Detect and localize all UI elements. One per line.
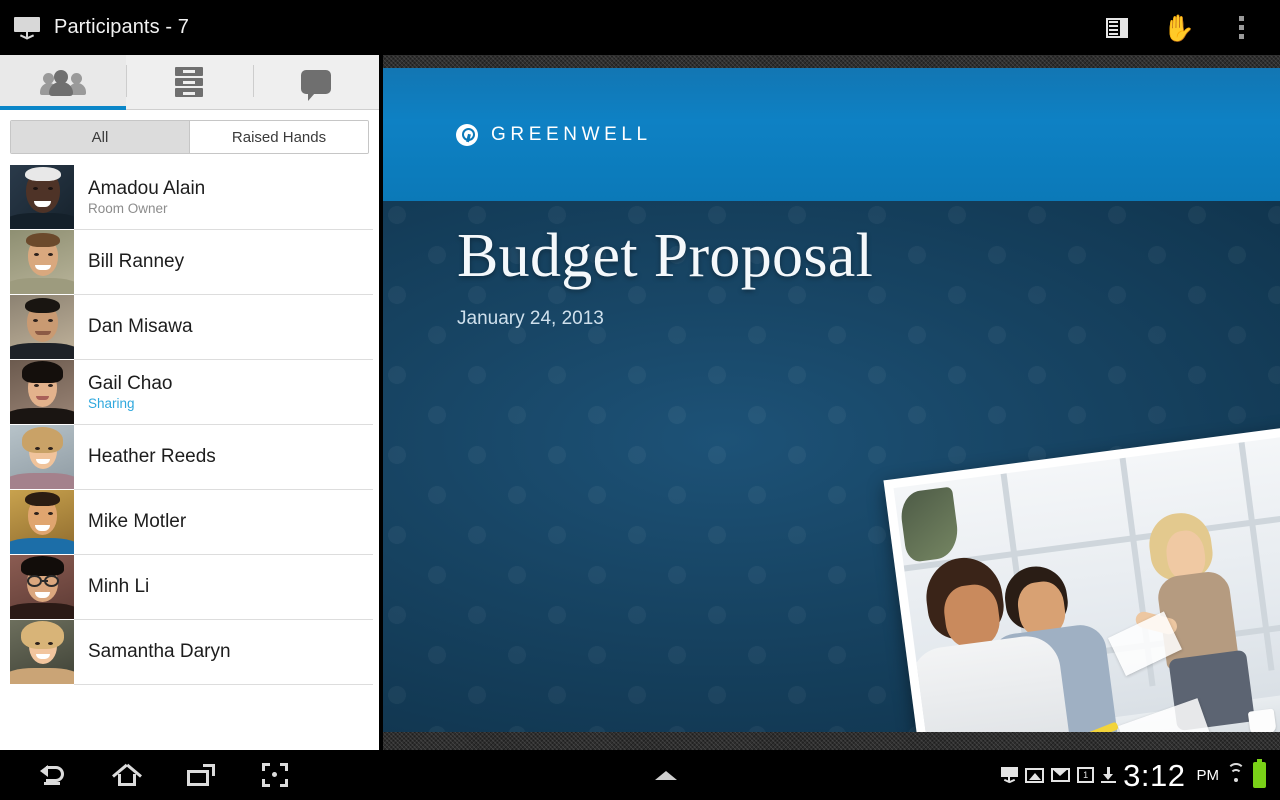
expand-status-button[interactable]: [330, 770, 1001, 780]
slide-bottom-edge: [383, 732, 1280, 750]
list-item[interactable]: Amadou Alain Room Owner: [0, 165, 379, 230]
list-item-body: Samantha Daryn: [74, 620, 373, 685]
participant-name: Mike Motler: [88, 511, 187, 533]
calendar-status-icon: 1: [1077, 767, 1095, 783]
list-item-body: Minh Li: [74, 555, 373, 620]
tab-chat[interactable]: [252, 55, 379, 109]
nav-buttons: [0, 750, 330, 800]
screenshot-icon: [262, 763, 288, 787]
app-root: Participants - 7 ✋ All Raised Hands Amad…: [0, 0, 1280, 800]
list-item[interactable]: Bill Ranney: [0, 230, 379, 295]
greenwell-logo-icon: [456, 123, 478, 146]
home-button[interactable]: [90, 750, 164, 800]
back-arrow-icon: [40, 764, 66, 786]
wifi-icon: [1226, 763, 1246, 785]
recent-apps-icon: [187, 764, 215, 786]
title-bar-left: Participants - 7: [0, 15, 1086, 41]
raise-hand-button[interactable]: ✋: [1148, 0, 1210, 55]
status-bar[interactable]: 1 3:12 PM: [1001, 757, 1280, 793]
chat-bubble-icon: [300, 70, 331, 101]
home-icon: [112, 763, 142, 786]
panel-tabbar: [0, 55, 379, 110]
avatar: [10, 295, 74, 359]
avatar: [10, 620, 74, 684]
tab-participants[interactable]: [0, 55, 127, 110]
recents-button[interactable]: [164, 750, 238, 800]
slide-date: January 24, 2013: [457, 308, 604, 329]
page-title: Participants - 7: [54, 16, 189, 38]
layout-button[interactable]: [1086, 0, 1148, 55]
participant-name: Gail Chao: [88, 372, 173, 394]
participant-name: Dan Misawa: [88, 316, 193, 338]
list-item-body: Amadou Alain Room Owner: [74, 165, 373, 230]
list-item[interactable]: Dan Misawa: [0, 295, 379, 360]
avatar: [10, 555, 74, 619]
slide-photo-image: [893, 430, 1280, 732]
list-item-body: Gail Chao Sharing: [74, 360, 373, 425]
title-bar: Participants - 7 ✋: [0, 0, 1280, 55]
filter-raised-hands-button[interactable]: Raised Hands: [189, 121, 368, 153]
filter-segment-wrap: All Raised Hands: [0, 110, 379, 164]
slide-title: Budget Proposal: [457, 222, 874, 290]
avatar: [10, 360, 74, 424]
clock: 3:12: [1123, 757, 1186, 793]
screenshot-button[interactable]: [238, 750, 312, 800]
slide-body: Budget Proposal January 24, 2013: [383, 201, 1280, 732]
tab-materials[interactable]: [126, 55, 252, 109]
brand-logo: GREENWELL: [456, 123, 652, 146]
list-item[interactable]: Gail Chao Sharing: [0, 360, 379, 425]
avatar: [10, 490, 74, 554]
battery-icon: [1253, 759, 1266, 788]
people-icon: [40, 69, 87, 96]
slide: GREENWELL Budget Proposal January 24, 20…: [383, 68, 1280, 732]
chevron-up-icon: [654, 770, 677, 780]
projector-icon: [14, 15, 40, 41]
image-status-icon: [1025, 767, 1045, 783]
participant-name: Minh Li: [88, 576, 150, 598]
list-item-body: Mike Motler: [74, 490, 373, 555]
list-item[interactable]: Heather Reeds: [0, 425, 379, 490]
list-item[interactable]: Mike Motler: [0, 490, 379, 555]
list-item[interactable]: Samantha Daryn: [0, 620, 379, 685]
avatar: [10, 230, 74, 294]
overflow-menu-button[interactable]: [1210, 0, 1272, 55]
slide-top-edge: [383, 55, 1280, 68]
brand-name: GREENWELL: [491, 123, 652, 145]
participants-panel: All Raised Hands Amadou Alain Room Owner…: [0, 55, 379, 750]
filter-all-button[interactable]: All: [11, 121, 189, 153]
raise-hand-icon: ✋: [1162, 12, 1196, 43]
filter-segmented-control: All Raised Hands: [10, 120, 369, 154]
download-status-icon: [1101, 767, 1117, 783]
slide-banner: GREENWELL: [383, 68, 1280, 201]
overflow-menu-icon: [1238, 16, 1244, 39]
avatar: [10, 165, 74, 229]
participant-name: Bill Ranney: [88, 251, 185, 273]
layout-icon: [1106, 17, 1128, 38]
system-nav-bar: 1 3:12 PM: [0, 750, 1280, 800]
projector-status-icon: [1001, 766, 1019, 784]
list-item-body: Bill Ranney: [74, 230, 373, 295]
participants-list[interactable]: Amadou Alain Room Owner Bill Ranney Dan …: [0, 165, 379, 750]
email-status-icon: [1051, 768, 1071, 782]
clock-ampm: PM: [1196, 766, 1220, 784]
participant-name: Samantha Daryn: [88, 641, 231, 663]
list-item-body: Dan Misawa: [74, 295, 373, 360]
list-item[interactable]: Minh Li: [0, 555, 379, 620]
file-cabinet-icon: [175, 67, 204, 98]
back-button[interactable]: [16, 750, 90, 800]
title-bar-actions: ✋: [1086, 0, 1280, 55]
participant-status: Sharing: [88, 396, 135, 412]
avatar: [10, 425, 74, 489]
participant-name: Heather Reeds: [88, 446, 216, 468]
list-item-body: Heather Reeds: [74, 425, 373, 490]
participant-status: Room Owner: [88, 201, 168, 217]
participant-name: Amadou Alain: [88, 177, 206, 199]
presentation-stage[interactable]: GREENWELL Budget Proposal January 24, 20…: [383, 55, 1280, 750]
